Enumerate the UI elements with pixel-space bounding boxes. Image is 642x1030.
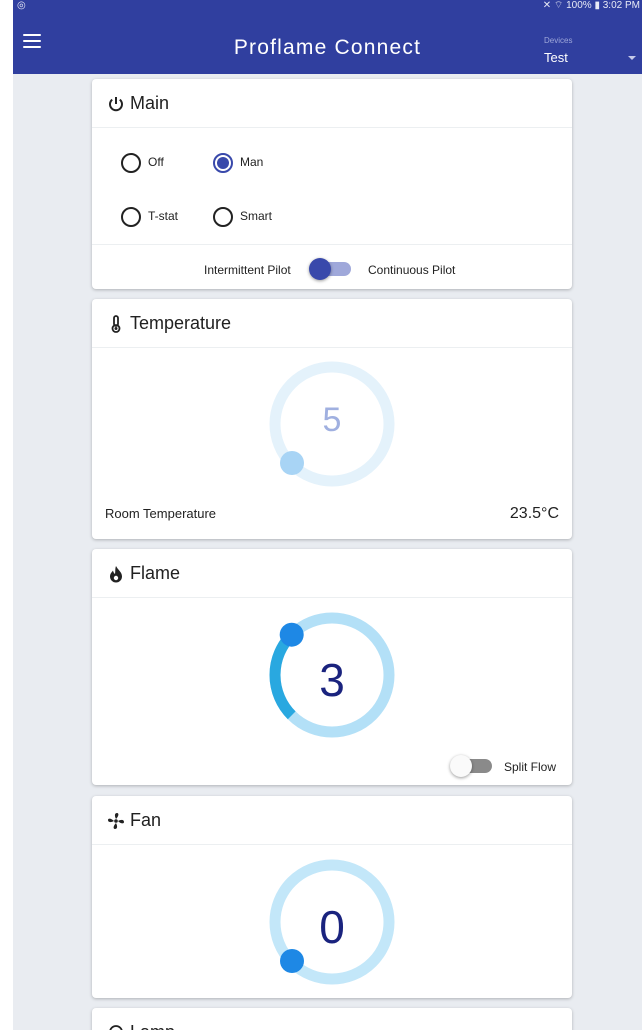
thermometer-icon: [111, 315, 121, 333]
temperature-title: Temperature: [130, 313, 232, 333]
status-text: 100% ▮ 3:02 PM: [566, 0, 640, 11]
fan-icon: [108, 813, 124, 829]
main-card-header: Main: [92, 79, 572, 128]
fan-card: Fan 0: [92, 796, 572, 998]
main-card: Main Off Man T-stat Smart Intermittent P…: [92, 79, 572, 289]
pilot-toggle[interactable]: [309, 258, 353, 280]
lamp-title: Lamp: [130, 1022, 175, 1030]
mode-radio-smart[interactable]: Smart: [213, 207, 303, 229]
mode-label-man: Man: [240, 155, 264, 169]
fan-title: Fan: [130, 810, 162, 830]
status-bar: ◎ ✕ ⌔ 100% ▮ 3:02 PM: [13, 0, 642, 12]
power-icon: [109, 97, 123, 112]
fan-dial[interactable]: 0: [267, 857, 397, 987]
radio-circle-selected: [213, 153, 233, 173]
split-flow-toggle-thumb: [450, 755, 472, 777]
lamp-card-header: Lamp: [92, 1008, 572, 1030]
mode-label-off: Off: [148, 155, 164, 169]
main-title: Main: [130, 93, 170, 113]
temperature-card: Temperature 5 Room Temperature 23.5°C: [92, 299, 572, 539]
flame-dial-value: 3: [319, 654, 345, 706]
pilot-row: Intermittent Pilot Continuous Pilot: [92, 244, 572, 289]
mode-radio-off[interactable]: Off: [121, 153, 191, 175]
lamp-icon: [109, 1025, 123, 1030]
radio-circle: [121, 207, 141, 227]
devices-value: Test: [544, 50, 568, 65]
split-flow-toggle[interactable]: [450, 755, 494, 777]
flame-dial[interactable]: 3: [267, 610, 397, 740]
mute-icon: ✕: [542, 0, 552, 11]
mode-radio-tstat[interactable]: T-stat: [121, 207, 201, 229]
fan-card-header: Fan: [92, 796, 572, 845]
mode-radio-man[interactable]: Man: [213, 153, 293, 175]
radio-circle: [213, 207, 233, 227]
lamp-card: Lamp: [92, 1008, 572, 1030]
dropdown-caret-icon: [628, 56, 636, 60]
flame-title: Flame: [130, 563, 181, 583]
temperature-dial[interactable]: 5: [267, 359, 397, 489]
status-right: ✕ ⌔ 100% ▮ 3:02 PM: [543, 0, 640, 12]
temperature-dial-value: 5: [322, 401, 342, 439]
app-shell: ◎ ✕ ⌔ 100% ▮ 3:02 PM Proflame Connect De…: [13, 0, 642, 1030]
room-temperature-label: Room Temperature: [105, 506, 217, 521]
radio-circle: [121, 153, 141, 173]
app-bar: Proflame Connect Devices Test: [13, 12, 642, 74]
temperature-dial-knob[interactable]: [280, 451, 304, 475]
split-flow-label: Split Flow: [504, 760, 557, 774]
mode-label-smart: Smart: [240, 209, 273, 223]
flame-card-header: Flame: [92, 549, 572, 598]
temperature-card-header: Temperature: [92, 299, 572, 348]
flame-card: Flame 3 Split Flow: [92, 549, 572, 785]
intermittent-pilot-label: Intermittent Pilot: [204, 263, 291, 277]
fan-dial-value: 0: [319, 901, 345, 953]
flame-dial-knob[interactable]: [279, 622, 304, 647]
devices-label: Devices: [544, 36, 573, 45]
flame-icon: [110, 566, 122, 583]
wifi-icon: ⌔: [553, 0, 564, 11]
mode-label-tstat: T-stat: [148, 209, 179, 223]
pilot-toggle-thumb: [309, 258, 331, 280]
room-temperature-value: 23.5°C: [509, 505, 559, 522]
notification-icon: ◎: [17, 0, 26, 11]
continuous-pilot-label: Continuous Pilot: [368, 263, 456, 277]
devices-dropdown[interactable]: Devices Test: [543, 32, 638, 72]
